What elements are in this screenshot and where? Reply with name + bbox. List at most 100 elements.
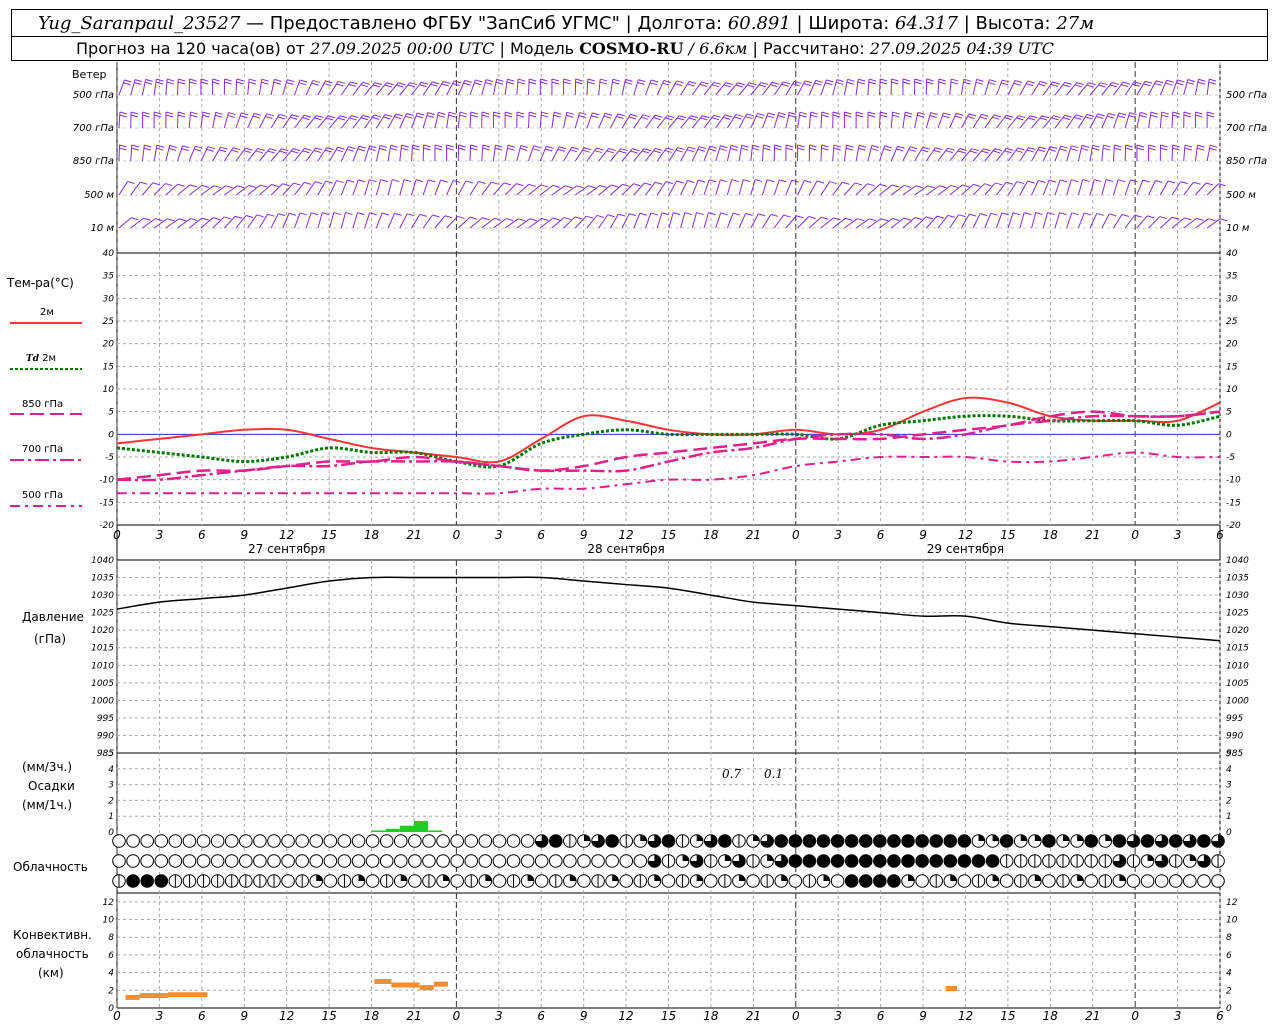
wind-barb-feather — [696, 212, 704, 216]
wind-barb-feather — [417, 112, 425, 116]
y-tick-label-right: 20 — [1226, 340, 1238, 350]
wind-barb — [563, 216, 576, 229]
cloud-circle — [126, 834, 140, 848]
wind-barb — [235, 112, 242, 129]
wind-barb-feather — [763, 147, 771, 151]
wind-barb — [1194, 79, 1199, 96]
cloud-circle — [1168, 874, 1183, 888]
wind-barb-feather — [945, 150, 953, 154]
wind-barb-feather — [917, 111, 925, 115]
cloud-circle-fill — [774, 834, 788, 848]
x-tick-label-conv: 3 — [1174, 1009, 1182, 1023]
x-tick-label-temp: 6 — [198, 528, 206, 542]
wind-barb-feather — [1159, 216, 1167, 220]
wind-barb-feather — [1134, 214, 1142, 218]
wind-barb-feather — [529, 78, 537, 82]
wind-barb-feather — [655, 114, 663, 118]
wind-barb-feather — [1024, 212, 1032, 216]
wind-barb-feather — [867, 111, 876, 115]
wind-barb-feather — [541, 218, 549, 222]
wind-barb-feather — [134, 79, 143, 83]
wind-barb — [1159, 112, 1163, 129]
wind-barb — [141, 145, 145, 162]
y-tick-label-left: 1040 — [91, 556, 114, 566]
cloud-circle — [577, 874, 591, 888]
wind-barb — [867, 145, 873, 162]
wind-level-label-left: 500 м — [84, 190, 114, 201]
cloud-circle — [506, 854, 521, 868]
conv-cloud-segment — [374, 978, 392, 984]
wind-barb-feather — [1064, 81, 1072, 85]
wind-barb — [1066, 212, 1073, 229]
wind-barb-feather — [639, 212, 648, 216]
wind-barb-feather — [224, 81, 232, 85]
wind-barb-feather — [578, 114, 586, 118]
wind-barb-feather — [201, 217, 209, 221]
wind-barb-feather — [233, 147, 241, 151]
wind-barb — [516, 79, 519, 96]
wind-barb-feather — [314, 117, 322, 121]
wind-barb-feather — [282, 183, 290, 187]
wind-barb — [270, 79, 275, 96]
wind-barb — [481, 145, 484, 162]
cloud-circle — [323, 834, 338, 848]
wind-barb-feather — [152, 182, 160, 186]
wind-barb-feather — [947, 214, 955, 218]
wind-barb-feather — [663, 79, 672, 83]
cloud-circle — [478, 854, 493, 868]
wind-barb-feather — [891, 81, 899, 85]
wind-barb-feather — [989, 79, 997, 83]
wind-barb — [574, 215, 587, 229]
cloud-circle-fill — [901, 834, 915, 848]
wind-barb-feather — [700, 117, 708, 121]
wind-barb-feather — [1086, 113, 1094, 117]
wind-barb — [364, 82, 376, 96]
wind-barb-feather — [441, 83, 449, 87]
wind-barb — [949, 79, 952, 96]
wind-barb-feather — [774, 144, 782, 148]
x-tick-label-conv: 0 — [113, 1009, 121, 1023]
cloud-circle-fill — [140, 874, 154, 888]
cloud-circle — [520, 834, 535, 848]
wind-barb-feather — [337, 80, 346, 84]
cloud-circle — [1140, 874, 1155, 888]
wind-barb-feather — [326, 147, 334, 151]
wind-barb — [422, 179, 429, 196]
wind-barb-feather — [698, 179, 706, 183]
precip-value-1: 0.7 — [722, 767, 742, 781]
cloud-circle — [450, 854, 464, 868]
y-tick-label-right: 1020 — [1226, 626, 1249, 636]
wind-barb-feather — [529, 111, 537, 115]
wind-barb — [399, 213, 408, 229]
wind-barb-feather — [131, 144, 139, 148]
wind-barb-feather — [951, 78, 959, 82]
wind-barb-feather — [245, 215, 254, 218]
cloud-circle-fill — [887, 834, 901, 848]
y-tick-label-left: 8 — [108, 933, 114, 943]
cloud-circle — [365, 834, 380, 848]
wind-barb-feather — [360, 117, 369, 121]
wind-barb — [1101, 145, 1104, 162]
cloud-circle — [379, 854, 394, 868]
wind-barb — [153, 145, 158, 162]
wind-barb-feather — [820, 216, 829, 220]
wind-barb-feather — [358, 145, 367, 149]
wind-barb-feather — [403, 179, 412, 183]
cloud-circle — [323, 874, 338, 888]
wind-barb — [1148, 216, 1161, 229]
wind-barb-feather — [248, 185, 257, 188]
cloud-circle-fill — [443, 874, 450, 881]
wind-barb-feather — [926, 81, 934, 85]
wind-barb-feather — [1027, 80, 1035, 84]
y-tick-label-left: -5 — [105, 453, 114, 463]
y-tick-label-left: 15 — [103, 362, 115, 372]
wind-barb-feather — [165, 114, 174, 118]
wind-barb-feather — [653, 150, 661, 154]
wind-barb-feather — [333, 212, 341, 216]
wind-barb-feather — [339, 115, 348, 119]
date-label: 27 сентября — [248, 542, 325, 556]
cloud-circle — [1197, 874, 1211, 888]
wind-barb-feather — [673, 212, 681, 216]
wind-barb-feather — [757, 112, 765, 116]
wind-barb-feather — [458, 144, 466, 148]
